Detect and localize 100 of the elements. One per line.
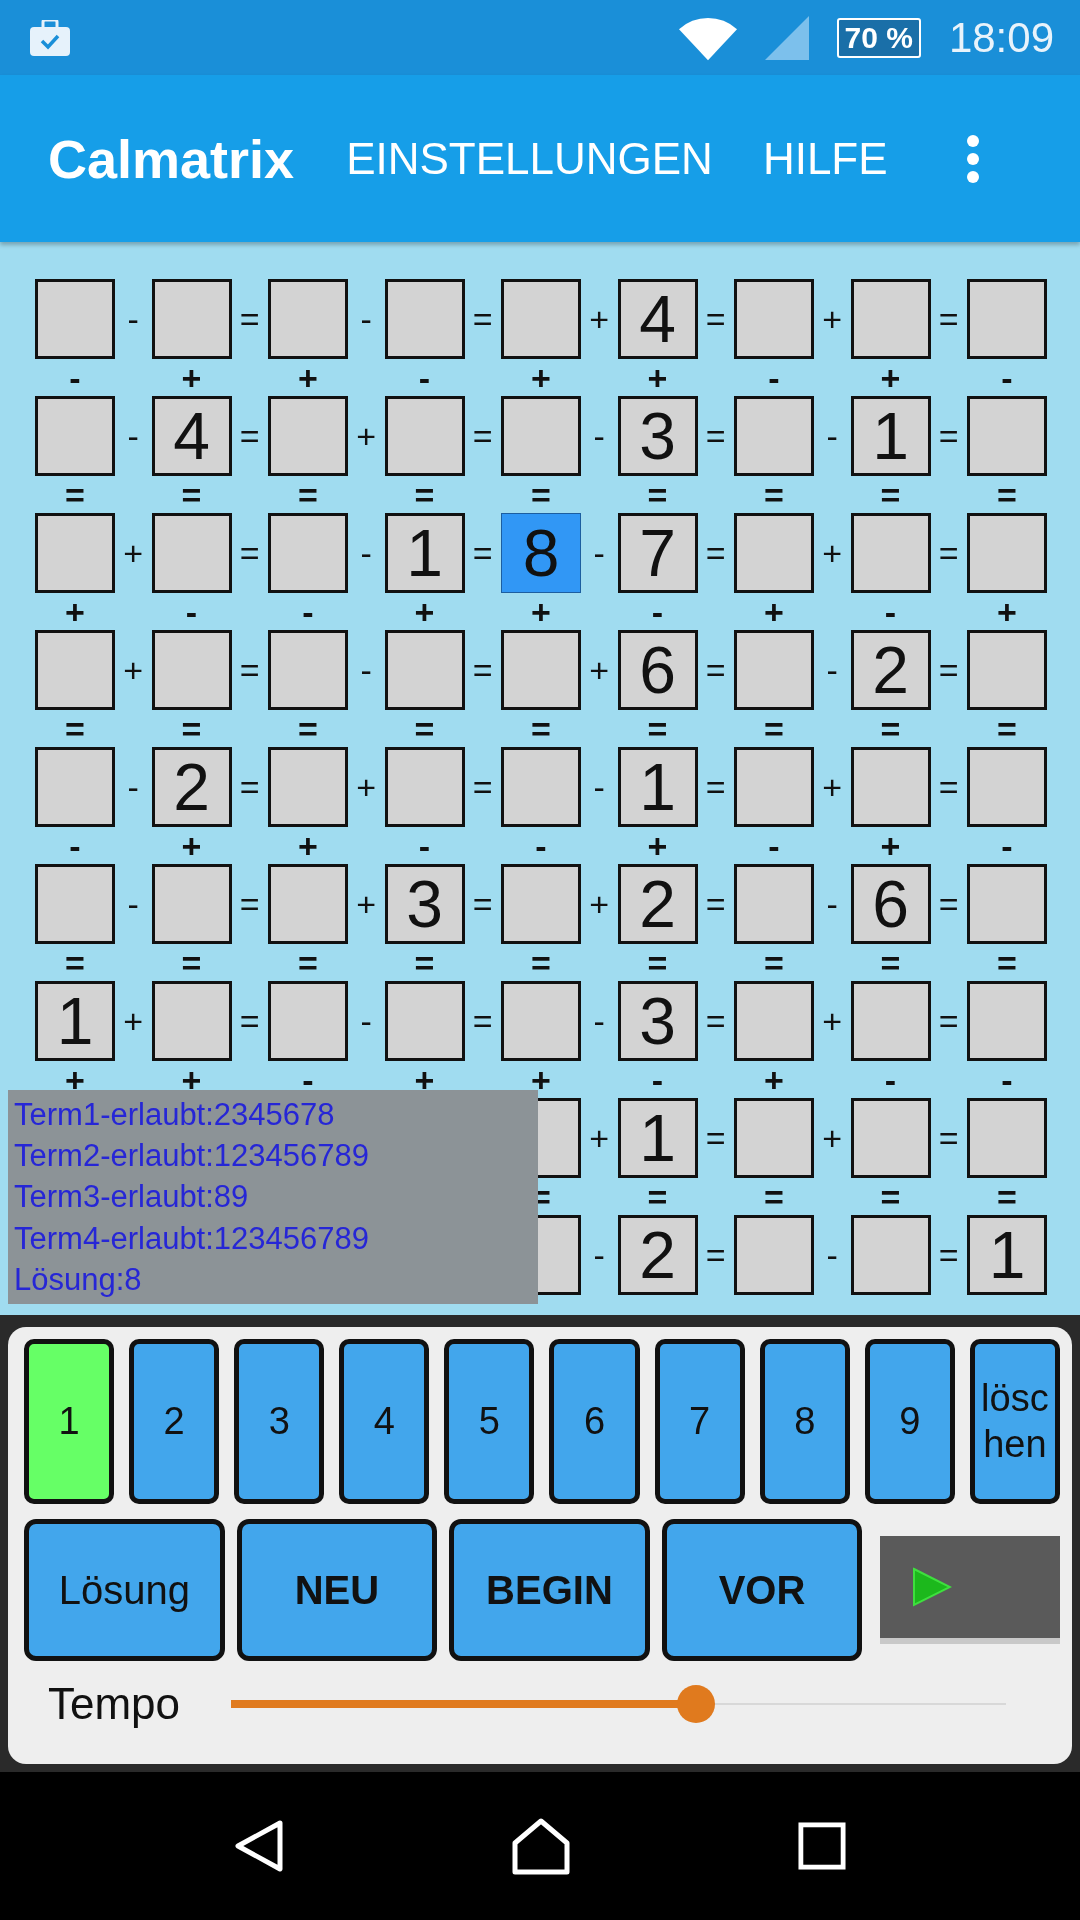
number-cell[interactable] <box>35 630 115 710</box>
number-cell[interactable] <box>35 513 115 593</box>
number-cell[interactable] <box>850 981 931 1061</box>
action-button[interactable]: VOR <box>661 1519 863 1661</box>
digit-key[interactable]: 1 <box>24 1339 115 1504</box>
number-cell[interactable]: 1 <box>617 1098 698 1178</box>
number-cell[interactable] <box>967 396 1047 476</box>
digit-key[interactable]: 7 <box>654 1339 745 1504</box>
digit-key[interactable]: löschen <box>969 1339 1060 1504</box>
number-cell[interactable] <box>268 279 348 359</box>
recent-apps-icon[interactable] <box>798 1822 847 1870</box>
number-cell[interactable] <box>734 864 814 944</box>
number-cell[interactable] <box>967 279 1047 359</box>
number-cell[interactable] <box>734 279 814 359</box>
number-cell[interactable] <box>151 513 232 593</box>
number-cell[interactable]: 1 <box>384 513 465 593</box>
action-button[interactable]: Lösung <box>24 1519 225 1661</box>
digit-key[interactable]: 3 <box>234 1339 325 1504</box>
action-button[interactable]: BEGIN <box>449 1519 650 1661</box>
back-icon[interactable] <box>233 1819 284 1873</box>
number-cell[interactable]: 2 <box>617 864 698 944</box>
number-cell[interactable]: 3 <box>617 981 698 1061</box>
operator: - <box>650 1061 665 1098</box>
number-cell[interactable]: 1 <box>850 396 931 476</box>
digit-key[interactable]: 4 <box>339 1339 430 1504</box>
tempo-slider[interactable] <box>231 1685 1006 1723</box>
number-cell[interactable] <box>384 630 465 710</box>
action-button[interactable]: NEU <box>236 1519 438 1661</box>
number-cell[interactable] <box>967 513 1047 593</box>
number-cell[interactable]: 1 <box>35 981 115 1061</box>
operator: - <box>359 1000 373 1042</box>
number-cell[interactable] <box>734 1098 814 1178</box>
number-cell[interactable] <box>268 864 348 944</box>
number-cell[interactable] <box>967 747 1047 827</box>
operator: = <box>471 415 494 457</box>
hint-text: Term1-erlaubt:2345678 <box>14 1099 335 1131</box>
number-cell[interactable] <box>734 1215 814 1295</box>
number-cell[interactable] <box>501 630 581 710</box>
operator: = <box>704 766 727 808</box>
number-cell[interactable] <box>268 981 348 1061</box>
number-cell[interactable] <box>501 396 581 476</box>
number-cell[interactable] <box>151 630 232 710</box>
number-cell[interactable]: 3 <box>617 396 698 476</box>
number-cell[interactable] <box>384 747 465 827</box>
number-cell[interactable] <box>35 864 115 944</box>
number-cell[interactable] <box>268 747 348 827</box>
operator: + <box>646 359 669 396</box>
number-cell[interactable] <box>967 864 1047 944</box>
operator: = <box>937 532 960 574</box>
number-cell[interactable] <box>35 747 115 827</box>
number-cell[interactable] <box>501 747 581 827</box>
number-cell[interactable]: 7 <box>617 513 698 593</box>
number-cell[interactable] <box>850 1098 931 1178</box>
number-cell[interactable]: 3 <box>384 864 465 944</box>
number-cell[interactable] <box>151 864 232 944</box>
number-cell[interactable] <box>734 981 814 1061</box>
digit-key[interactable]: 6 <box>549 1339 640 1504</box>
number-cell[interactable]: 2 <box>850 630 931 710</box>
number-cell[interactable]: 6 <box>617 630 698 710</box>
number-cell[interactable] <box>384 279 465 359</box>
number-cell[interactable] <box>151 981 232 1061</box>
number-cell[interactable] <box>967 981 1047 1061</box>
number-cell[interactable] <box>384 981 465 1061</box>
number-cell[interactable] <box>967 630 1047 710</box>
digit-key[interactable]: 2 <box>129 1339 220 1504</box>
number-cell[interactable] <box>850 747 931 827</box>
number-cell[interactable] <box>850 279 931 359</box>
overflow-menu-icon[interactable] <box>965 133 980 184</box>
number-cell[interactable]: 1 <box>617 747 698 827</box>
number-cell[interactable] <box>151 279 232 359</box>
number-cell[interactable] <box>35 279 115 359</box>
play-button[interactable] <box>880 1536 1060 1644</box>
number-cell[interactable]: 2 <box>151 747 232 827</box>
digit-key[interactable]: 5 <box>444 1339 535 1504</box>
number-cell[interactable] <box>967 1098 1047 1178</box>
number-cell[interactable] <box>501 864 581 944</box>
number-cell[interactable]: 2 <box>617 1215 698 1295</box>
number-cell[interactable]: 4 <box>151 396 232 476</box>
number-cell[interactable]: 1 <box>967 1215 1047 1295</box>
operator: + <box>646 827 669 864</box>
operator: + <box>297 827 319 864</box>
number-cell[interactable] <box>850 513 931 593</box>
number-cell[interactable] <box>384 396 465 476</box>
number-cell[interactable] <box>734 747 814 827</box>
digit-key[interactable]: 8 <box>759 1339 850 1504</box>
number-cell[interactable] <box>268 630 348 710</box>
number-cell[interactable] <box>850 1215 931 1295</box>
number-cell[interactable]: 4 <box>617 279 698 359</box>
number-cell[interactable] <box>501 981 581 1061</box>
number-cell[interactable] <box>734 513 814 593</box>
number-cell[interactable] <box>268 396 348 476</box>
number-cell[interactable] <box>734 396 814 476</box>
number-cell[interactable] <box>501 279 581 359</box>
number-cell[interactable] <box>268 513 348 593</box>
number-cell[interactable]: 8 <box>501 513 581 593</box>
digit-key[interactable]: 9 <box>864 1339 955 1504</box>
number-cell[interactable]: 6 <box>850 864 931 944</box>
home-icon[interactable] <box>511 1817 571 1875</box>
number-cell[interactable] <box>734 630 814 710</box>
number-cell[interactable] <box>35 396 115 476</box>
